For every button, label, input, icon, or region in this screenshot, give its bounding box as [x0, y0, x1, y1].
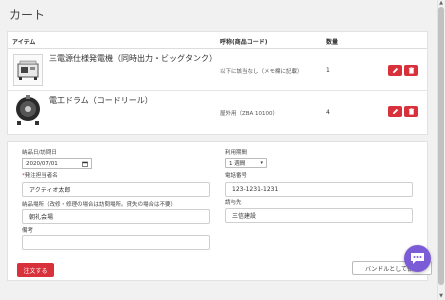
column-header-qty: 数量 [326, 39, 339, 46]
rental-period-value: 1 週間 [229, 161, 246, 167]
bill-to-input[interactable]: 三信建設 [225, 208, 413, 223]
column-header-item: アイテム [12, 39, 36, 46]
item-name[interactable]: 三電源仕様発電機（同時出力・ビッグタンク） [49, 53, 217, 64]
note-input[interactable] [22, 235, 210, 250]
delete-button[interactable] [404, 106, 418, 117]
trash-icon [408, 108, 414, 115]
phone-label: 電話番号 [225, 173, 248, 179]
rental-period-select[interactable]: 1 週間 ▾ [225, 158, 267, 168]
edit-button[interactable] [388, 65, 402, 76]
delivery-date-label: 納品日/訪問日 [22, 150, 57, 156]
orderer-input[interactable]: アクティオ太郎 [22, 182, 210, 197]
pencil-icon [392, 67, 398, 74]
delete-button[interactable] [404, 65, 418, 76]
scroll-up-arrow[interactable]: ▲ [438, 0, 444, 6]
cord-reel-icon [13, 94, 43, 126]
scrollbar-thumb[interactable] [438, 7, 444, 285]
delivery-date-value: 2020/07/01 [26, 160, 58, 167]
rental-period-label: 利用期間 [225, 150, 248, 156]
orderer-label-text: 発注担当者名 [24, 173, 58, 179]
chat-bubble-icon [411, 253, 424, 264]
edit-button[interactable] [388, 106, 402, 117]
item-code: 屋外用（ZBA 10100） [220, 111, 279, 117]
trash-icon [408, 67, 414, 74]
orderer-label: *発注担当者名 [22, 171, 58, 179]
chat-button[interactable] [404, 245, 431, 272]
generator-icon [13, 54, 43, 86]
place-input[interactable]: 朝礼会場 [22, 209, 210, 224]
chevron-down-icon: ▾ [260, 160, 263, 166]
orderer-value: アクティオ太郎 [29, 187, 71, 194]
cart-table-header: アイテム 呼称(商品コード) 数量 [8, 32, 427, 49]
order-button[interactable]: 注文する [17, 263, 54, 277]
item-code: 以下に該当なし（メモ欄に記載） [220, 69, 303, 75]
cart-row: 三電源仕様発電機（同時出力・ビッグタンク） 以下に該当なし（メモ欄に記載） 1 [8, 50, 427, 94]
order-form: 納品日/訪問日 2020/07/01 *発注担当者名 アクティオ太郎 納品場所（… [7, 141, 428, 281]
item-name[interactable]: 電工ドラム（コードリール） [49, 95, 214, 106]
place-value: 朝礼会場 [29, 214, 54, 221]
cart-row: 電工ドラム（コードリール） 屋外用（ZBA 10100） 4 [8, 91, 427, 135]
delivery-date-input[interactable]: 2020/07/01 [22, 158, 92, 169]
pencil-icon [392, 108, 398, 115]
item-qty: 1 [326, 67, 330, 74]
calendar-icon [82, 161, 88, 167]
bill-to-label: 請与先 [225, 200, 242, 206]
phone-value: 123-1231-1231 [232, 186, 279, 193]
cart-table: アイテム 呼称(商品コード) 数量 三電源仕様発電機（同時出力・ビッグタンク） … [7, 31, 428, 135]
item-qty: 4 [326, 109, 330, 116]
place-label: 納品場所（改修・修理の場合は訪問場所。貸失の場合は不要） [22, 202, 177, 208]
column-header-name-code: 呼称(商品コード) [220, 39, 268, 46]
phone-input[interactable]: 123-1231-1231 [225, 182, 413, 197]
page-title: カート [9, 8, 46, 22]
note-label: 備考 [22, 228, 34, 234]
bill-to-value: 三信建設 [232, 213, 257, 220]
scroll-down-arrow[interactable]: ▼ [438, 293, 444, 299]
